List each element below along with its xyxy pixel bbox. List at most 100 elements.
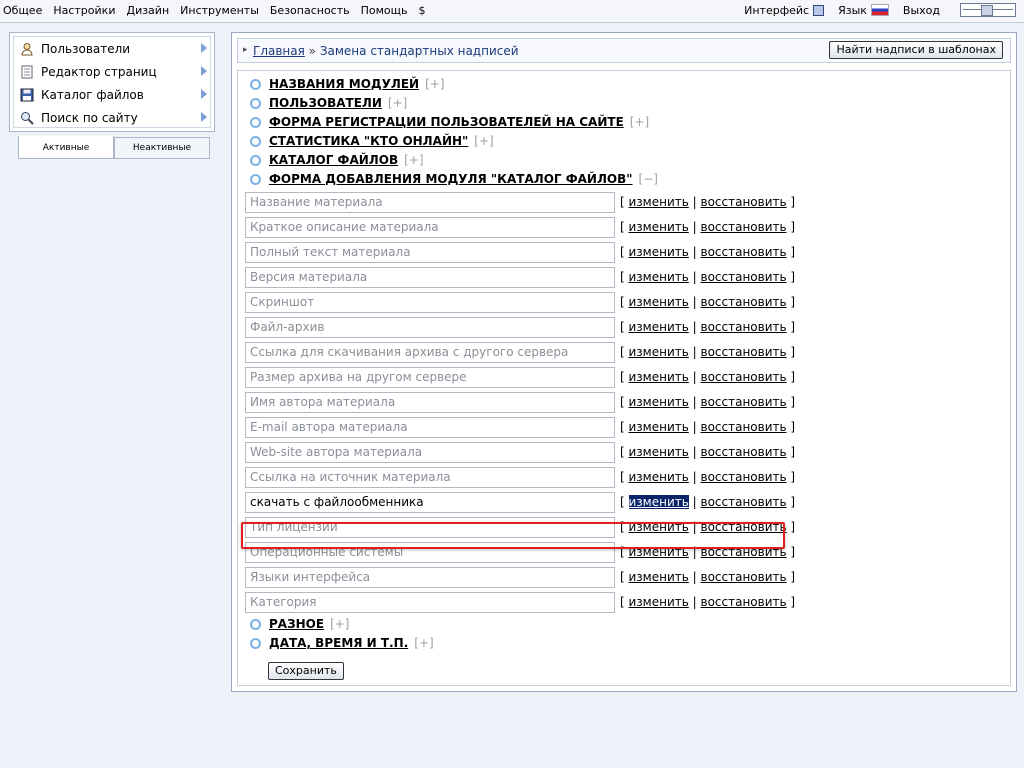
width-slider[interactable] <box>960 3 1016 17</box>
slider-thumb[interactable] <box>981 5 993 16</box>
section-add-file-form: ФОРМА ДОБАВЛЕНИЯ МОДУЛЯ "КАТАЛОГ ФАЙЛОВ"… <box>250 170 658 188</box>
restore-link[interactable]: восстановить <box>701 595 787 609</box>
label-input[interactable] <box>245 416 615 438</box>
search-icon <box>19 110 35 126</box>
label-input[interactable] <box>245 341 615 363</box>
sidebar-item-site-search[interactable]: Поиск по сайту <box>14 106 210 129</box>
section-title[interactable]: РАЗНОЕ <box>269 617 324 631</box>
tab-inactive[interactable]: Неактивные <box>114 137 210 159</box>
edit-link[interactable]: изменить <box>629 270 689 284</box>
menu-tools[interactable]: Инструменты <box>180 4 259 17</box>
edit-link[interactable]: изменить <box>629 470 689 484</box>
label-input[interactable] <box>245 541 615 563</box>
bullet-icon <box>250 637 261 649</box>
label-input[interactable] <box>245 366 615 388</box>
edit-link[interactable]: изменить <box>629 520 689 534</box>
restore-link[interactable]: восстановить <box>701 370 787 384</box>
label-input[interactable] <box>245 241 615 263</box>
sidebar-item-users[interactable]: Пользователи <box>14 37 210 60</box>
label-input[interactable] <box>245 191 615 213</box>
tab-active[interactable]: Активные <box>18 136 114 159</box>
restore-link[interactable]: восстановить <box>701 495 787 509</box>
sidebar-item-label: Поиск по сайту <box>41 110 138 125</box>
interface-label[interactable]: Интерфейс <box>744 4 809 17</box>
menu-security[interactable]: Безопасность <box>270 4 350 17</box>
disk-icon <box>19 87 35 103</box>
edit-link[interactable]: изменить <box>629 320 689 334</box>
restore-link[interactable]: восстановить <box>701 545 787 559</box>
section-title[interactable]: ПОЛЬЗОВАТЕЛИ <box>269 96 382 110</box>
edit-link[interactable]: изменить <box>629 370 689 384</box>
section-title[interactable]: НАЗВАНИЯ МОДУЛЕЙ <box>269 77 419 91</box>
label-input[interactable] <box>245 216 615 238</box>
section-file-catalog: КАТАЛОГ ФАЙЛОВ [+] <box>250 151 424 169</box>
restore-link[interactable]: восстановить <box>701 245 787 259</box>
restore-link[interactable]: восстановить <box>701 520 787 534</box>
label-input[interactable] <box>245 516 615 538</box>
menu-dollar[interactable]: $ <box>418 4 425 17</box>
section-title[interactable]: ФОРМА ДОБАВЛЕНИЯ МОДУЛЯ "КАТАЛОГ ФАЙЛОВ" <box>269 172 633 186</box>
expand-toggle[interactable]: [+] <box>330 617 349 631</box>
expand-toggle[interactable]: [+] <box>474 134 493 148</box>
section-title[interactable]: КАТАЛОГ ФАЙЛОВ <box>269 153 398 167</box>
russian-flag-icon[interactable] <box>870 4 889 16</box>
restore-link[interactable]: восстановить <box>701 345 787 359</box>
find-labels-in-templates-button[interactable]: Найти надписи в шаблонах <box>829 41 1003 59</box>
section-title[interactable]: ДАТА, ВРЕМЯ И Т.П. <box>269 636 408 650</box>
label-input[interactable] <box>245 266 615 288</box>
edit-link[interactable]: изменить <box>629 595 689 609</box>
sidebar-item-page-editor[interactable]: Редактор страниц <box>14 60 210 83</box>
label-input[interactable] <box>245 316 615 338</box>
restore-link[interactable]: восстановить <box>701 470 787 484</box>
menu-design[interactable]: Дизайн <box>126 4 169 17</box>
restore-link[interactable]: восстановить <box>701 395 787 409</box>
restore-link[interactable]: восстановить <box>701 270 787 284</box>
label-input[interactable] <box>245 391 615 413</box>
edit-link[interactable]: изменить <box>629 420 689 434</box>
expand-toggle[interactable]: [+] <box>388 96 407 110</box>
label-input[interactable] <box>245 466 615 488</box>
restore-link[interactable]: восстановить <box>701 195 787 209</box>
restore-link[interactable]: восстановить <box>701 220 787 234</box>
expand-toggle[interactable]: [+] <box>630 115 649 129</box>
edit-link[interactable]: изменить <box>629 220 689 234</box>
expand-toggle[interactable]: [+] <box>414 636 433 650</box>
label-input[interactable] <box>245 591 615 613</box>
section-title[interactable]: СТАТИСТИКА "КТО ОНЛАЙН" <box>269 134 468 148</box>
edit-link[interactable]: изменить <box>629 570 689 584</box>
breadcrumb-home-link[interactable]: Главная <box>253 44 305 58</box>
menu-settings[interactable]: Настройки <box>53 4 115 17</box>
menu-help[interactable]: Помощь <box>361 4 408 17</box>
field-actions: [ изменить | восстановить ] <box>620 195 796 209</box>
edit-link[interactable]: изменить <box>629 245 689 259</box>
label-input[interactable] <box>245 291 615 313</box>
restore-link[interactable]: восстановить <box>701 570 787 584</box>
section-title[interactable]: ФОРМА РЕГИСТРАЦИИ ПОЛЬЗОВАТЕЛЕЙ НА САЙТЕ <box>269 115 624 129</box>
field-row-highlighted: [ изменить | восстановить ] <box>245 491 795 513</box>
logout-link[interactable]: Выход <box>903 4 940 17</box>
label-input[interactable] <box>245 441 615 463</box>
expand-toggle[interactable]: [+] <box>404 153 423 167</box>
restore-link[interactable]: восстановить <box>701 295 787 309</box>
sidebar-item-file-catalog[interactable]: Каталог файлов <box>14 83 210 106</box>
save-button[interactable]: Сохранить <box>268 662 344 680</box>
restore-link[interactable]: восстановить <box>701 420 787 434</box>
menu-general[interactable]: Общее <box>3 4 42 17</box>
edit-link[interactable]: изменить <box>629 545 689 559</box>
edit-link[interactable]: изменить <box>629 395 689 409</box>
collapse-toggle[interactable]: [−] <box>639 172 658 186</box>
language-label[interactable]: Язык <box>838 4 867 17</box>
label-input[interactable] <box>245 566 615 588</box>
label-input[interactable] <box>245 491 615 513</box>
section-users: ПОЛЬЗОВАТЕЛИ [+] <box>250 94 407 112</box>
edit-link[interactable]: изменить <box>629 345 689 359</box>
interface-icon[interactable] <box>813 4 825 16</box>
edit-link[interactable]: изменить <box>628 495 689 509</box>
edit-link[interactable]: изменить <box>629 195 689 209</box>
restore-link[interactable]: восстановить <box>701 445 787 459</box>
edit-link[interactable]: изменить <box>629 295 689 309</box>
restore-link[interactable]: восстановить <box>701 320 787 334</box>
sidebar-item-label: Редактор страниц <box>41 64 157 79</box>
expand-toggle[interactable]: [+] <box>425 77 444 91</box>
edit-link[interactable]: изменить <box>629 445 689 459</box>
